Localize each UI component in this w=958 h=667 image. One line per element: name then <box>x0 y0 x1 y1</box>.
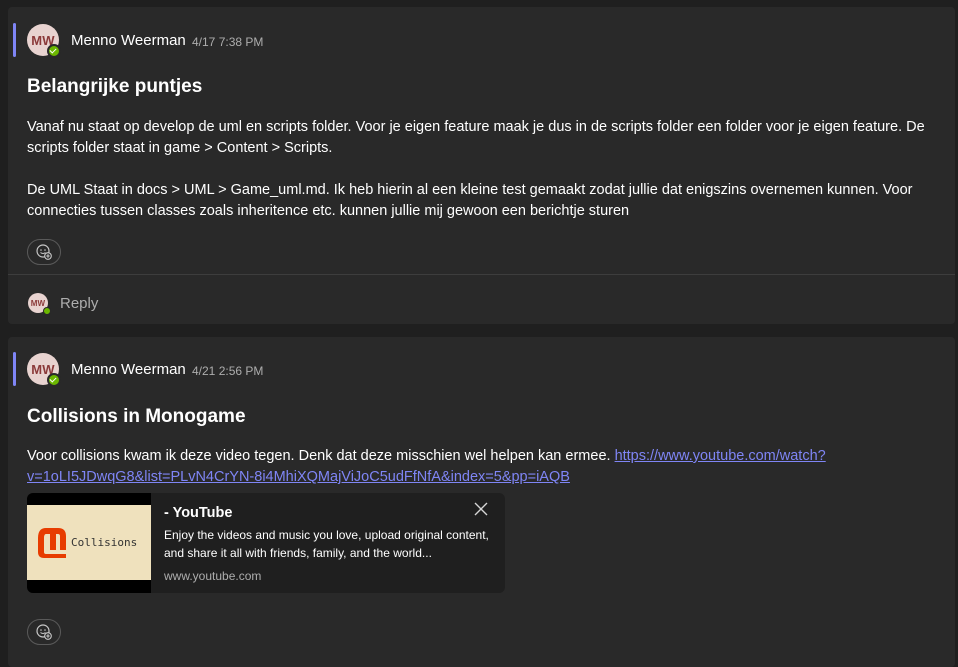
thumbnail-text: Collisions <box>71 536 138 549</box>
link-preview-card[interactable]: Collisions - YouTube Enjoy the videos an… <box>27 493 505 593</box>
add-reaction-button[interactable] <box>27 239 61 265</box>
unread-accent-bar <box>13 352 16 386</box>
thumbnail-background: Collisions <box>27 505 151 580</box>
reply-bar[interactable]: MW Reply <box>8 275 955 324</box>
preview-description: Enjoy the videos and music you love, upl… <box>164 528 489 560</box>
preview-title[interactable]: - YouTube <box>164 505 232 521</box>
add-reaction-icon <box>36 244 52 260</box>
close-icon[interactable] <box>473 501 489 517</box>
timestamp: 4/17 7:38 PM <box>192 35 264 49</box>
author-name[interactable]: Menno Weerman <box>71 361 186 378</box>
reply-button[interactable]: Reply <box>60 295 98 312</box>
post-body: Vanaf nu staat op develop de uml en scri… <box>27 117 937 222</box>
add-reaction-icon <box>36 624 52 640</box>
avatar[interactable]: MW <box>27 24 61 58</box>
add-reaction-button[interactable] <box>27 619 61 645</box>
avatar-initials: MW <box>30 298 46 308</box>
presence-available-icon <box>43 307 51 315</box>
reply-avatar: MW <box>28 293 51 315</box>
presence-available-icon <box>47 44 61 58</box>
post-paragraph: Vanaf nu staat op develop de uml en scri… <box>27 119 925 156</box>
post-paragraph: De UML Staat in docs > UML > Game_uml.md… <box>27 182 913 219</box>
monogame-logo-icon <box>38 528 66 558</box>
avatar[interactable]: MW <box>27 353 61 387</box>
presence-available-icon <box>47 373 61 387</box>
preview-thumbnail[interactable]: Collisions <box>27 493 151 593</box>
post-text: Voor collisions kwam ik deze video tegen… <box>27 448 615 464</box>
post-body: Voor collisions kwam ik deze video tegen… <box>27 446 832 488</box>
post-card: MW Menno Weerman 4/21 2:56 PM Collisions… <box>8 337 955 667</box>
unread-accent-bar <box>13 23 16 57</box>
post-subject: Belangrijke puntjes <box>27 76 203 97</box>
timestamp: 4/21 2:56 PM <box>192 364 264 378</box>
preview-domain: www.youtube.com <box>164 569 262 583</box>
post-card: MW Menno Weerman 4/17 7:38 PM Belangrijk… <box>8 7 955 324</box>
post-subject: Collisions in Monogame <box>27 406 246 427</box>
author-name[interactable]: Menno Weerman <box>71 32 186 49</box>
